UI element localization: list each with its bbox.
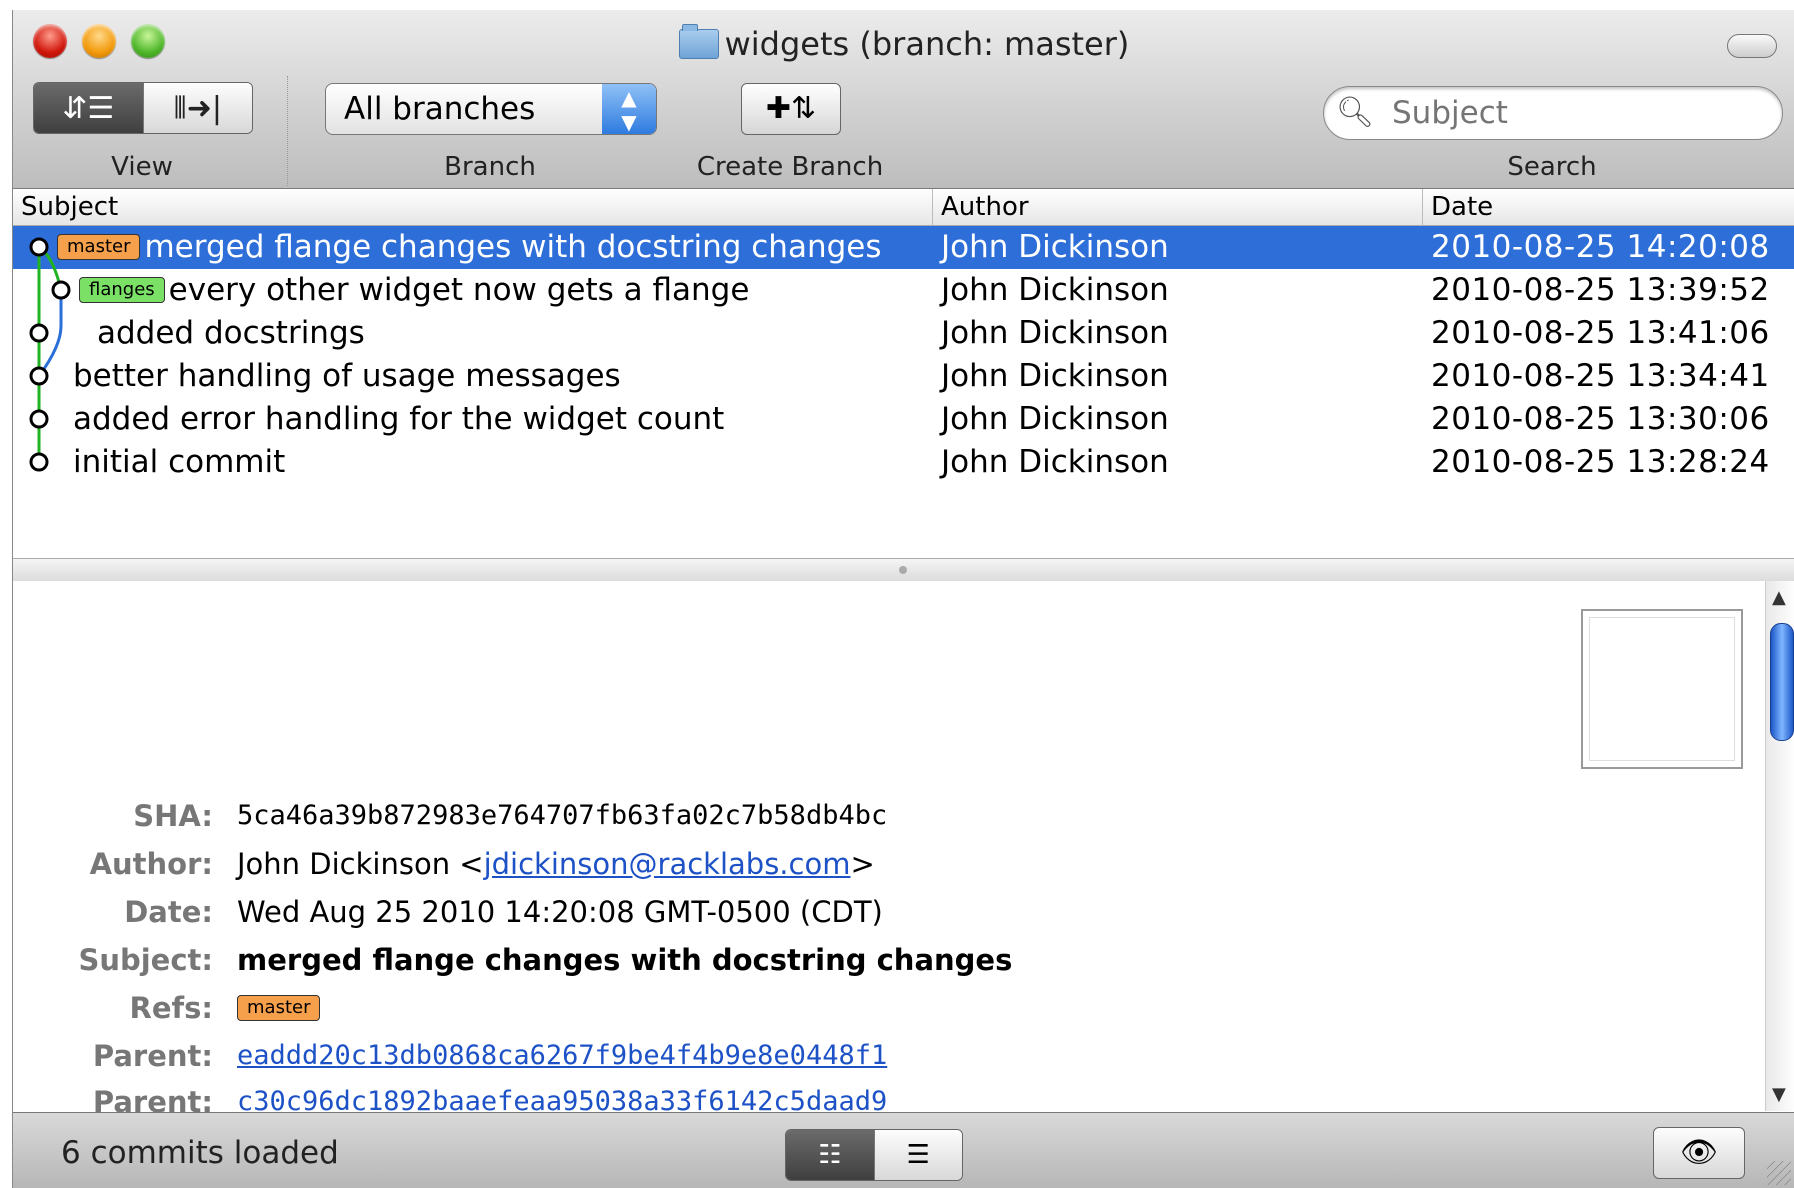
commit-view-icon[interactable]: ⦀➜| [142, 83, 252, 133]
branch-select-value: All branches [344, 91, 536, 127]
parent-sha-link[interactable]: eaddd20c13db0868ca6267f9be4f4b9e8e0448f1 [237, 1040, 887, 1071]
commit-subject: added docstrings [97, 315, 365, 351]
view-label: View [111, 152, 173, 182]
detail-sha-value: 5ca46a39b872983e764707fb63fa02c7b58db4bc [237, 800, 888, 831]
history-view-icon[interactable]: ⇵☰ [34, 83, 143, 133]
window-title: widgets (branch: master) [13, 24, 1794, 64]
graph-line-green [37, 245, 63, 461]
commit-subject: merged flange changes with docstring cha… [144, 229, 882, 265]
commit-row[interactable]: added docstrings John Dickinson 2010-08-… [13, 312, 1794, 355]
search-input[interactable] [1390, 93, 1764, 133]
splitter-grip-icon [899, 566, 907, 574]
view-segmented-control: ⇵☰ ⦀➜| [33, 82, 253, 134]
detail-parent-label: Parent: [92, 1039, 213, 1073]
commit-author: John Dickinson [941, 229, 1169, 265]
ref-badge-master[interactable]: master [237, 995, 321, 1021]
commit-author: John Dickinson [941, 315, 1169, 351]
detail-author-close: > [850, 847, 875, 881]
commit-date: 2010-08-25 13:41:06 [1431, 315, 1770, 351]
column-header-subject[interactable]: Subject [13, 189, 933, 225]
detail-sha-row: SHA: 5ca46a39b872983e764707fb63fa02c7b58… [13, 795, 1513, 837]
toolbar: widgets (branch: master) ⇵☰ ⦀➜| View All… [13, 10, 1794, 189]
commit-author: John Dickinson [941, 401, 1169, 437]
detail-date-value: Wed Aug 25 2010 14:20:08 GMT-0500 (CDT) [237, 895, 883, 929]
create-branch-label: Create Branch [696, 152, 884, 182]
graph-node [29, 323, 49, 343]
commit-detail-pane: SHA: 5ca46a39b872983e764707fb63fa02c7b58… [13, 581, 1765, 1119]
commit-date: 2010-08-25 13:39:52 [1431, 272, 1770, 308]
column-header-author[interactable]: Author [933, 189, 1423, 225]
commit-date: 2010-08-25 13:30:06 [1431, 401, 1770, 437]
commit-subject: added error handling for the widget coun… [73, 401, 725, 437]
detail-author-label: Author: [89, 847, 213, 881]
detail-author-name: John Dickinson < [237, 847, 484, 881]
commit-author: John Dickinson [941, 444, 1169, 480]
detail-refs-label: Refs: [129, 991, 213, 1025]
column-header-date[interactable]: Date [1423, 189, 1794, 225]
window-title-text: widgets (branch: master) [724, 25, 1130, 63]
detail-refs-row: Refs: master [13, 987, 1513, 1029]
branch-select[interactable]: All branches ▲ ▼ [325, 83, 657, 135]
scroll-thumb[interactable] [1770, 623, 1794, 741]
scroll-down-icon[interactable]: ▼ [1772, 1084, 1786, 1105]
commit-date: 2010-08-25 13:28:24 [1431, 444, 1770, 480]
commit-subject: every other widget now gets a flange [168, 272, 750, 308]
detail-subject-value: merged flange changes with docstring cha… [237, 943, 1013, 977]
commit-row[interactable]: added error handling for the widget coun… [13, 398, 1794, 441]
status-bar: 6 commits loaded ☷ ☰ 👁︎ [13, 1112, 1794, 1188]
commit-date: 2010-08-25 14:20:08 [1431, 229, 1770, 265]
graph-node [29, 237, 49, 257]
app-window: widgets (branch: master) ⇵☰ ⦀➜| View All… [12, 10, 1794, 1188]
tree-view-icon[interactable]: ☰ [873, 1130, 962, 1180]
detail-subject-row: Subject: merged flange changes with docs… [13, 939, 1513, 981]
detail-scrollbar[interactable]: ▲ ▼ [1765, 581, 1794, 1111]
list-view-icon[interactable]: ☷ [786, 1130, 874, 1180]
eye-icon[interactable]: 👁︎ [1653, 1127, 1745, 1179]
search-icon: 🔍︎ [1336, 95, 1375, 130]
commit-graph [29, 237, 71, 472]
commit-subject: initial commit [73, 444, 286, 480]
detail-view-segmented-control: ☷ ☰ [785, 1129, 963, 1181]
commit-list: master merged flange changes with docstri… [13, 226, 1794, 556]
detail-date-row: Date: Wed Aug 25 2010 14:20:08 GMT-0500 … [13, 891, 1513, 933]
graph-node [29, 366, 49, 386]
detail-author-row: Author: John Dickinson <jdickinson@rackl… [13, 843, 1513, 885]
create-branch-button[interactable]: ✚⇅ [741, 83, 841, 135]
commit-table-header: Subject Author Date [13, 189, 1794, 226]
create-branch-icon: ✚⇅ [765, 91, 817, 126]
commit-date: 2010-08-25 13:34:41 [1431, 358, 1770, 394]
chevron-updown-icon: ▲ ▼ [602, 84, 656, 134]
detail-subject-label: Subject: [78, 943, 213, 977]
author-email-link[interactable]: jdickinson@racklabs.com [484, 847, 851, 881]
commit-row[interactable]: master merged flange changes with docstri… [13, 226, 1794, 269]
commits-loaded-status: 6 commits loaded [61, 1135, 339, 1171]
commit-author: John Dickinson [941, 272, 1169, 308]
pane-splitter[interactable] [13, 558, 1794, 582]
toolbar-toggle-button[interactable] [1727, 34, 1777, 58]
branch-label: Branch [444, 152, 536, 182]
commit-row[interactable]: better handling of usage messages John D… [13, 355, 1794, 398]
search-field[interactable]: 🔍︎ [1323, 86, 1783, 140]
detail-date-label: Date: [124, 895, 213, 929]
detail-parent-row: Parent: eaddd20c13db0868ca6267f9be4f4b9e… [13, 1035, 1513, 1077]
toolbar-divider [287, 76, 288, 186]
graph-node [51, 280, 71, 300]
scroll-up-icon[interactable]: ▲ [1772, 587, 1786, 608]
commit-row[interactable]: flanges every other widget now gets a fla… [13, 269, 1794, 312]
folder-icon [678, 24, 719, 59]
commit-subject: better handling of usage messages [73, 358, 621, 394]
graph-node [29, 409, 49, 429]
resize-grip-icon[interactable] [1767, 1161, 1791, 1185]
graph-node [29, 452, 49, 472]
commit-author: John Dickinson [941, 358, 1169, 394]
author-avatar [1581, 609, 1743, 769]
commit-row[interactable]: initial commit John Dickinson 2010-08-25… [13, 441, 1794, 484]
detail-sha-label: SHA: [133, 799, 213, 833]
search-label: Search [1507, 152, 1597, 182]
